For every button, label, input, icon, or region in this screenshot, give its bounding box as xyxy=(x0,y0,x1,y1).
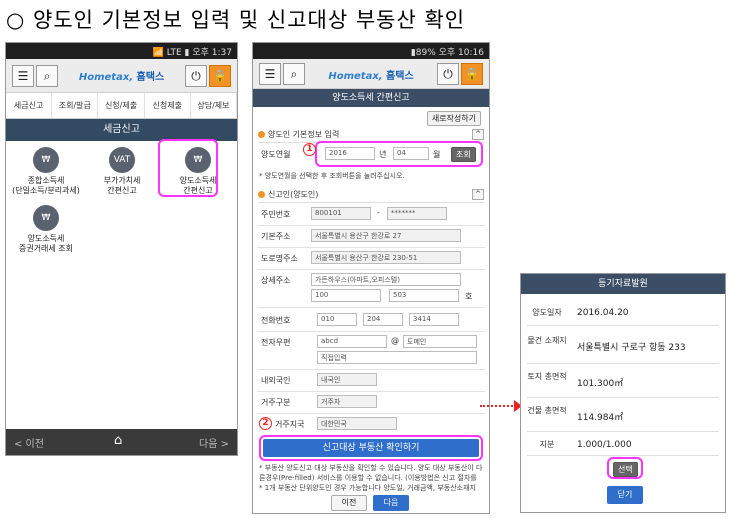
email-domain-select[interactable]: 직접입력 xyxy=(317,351,477,364)
money-bag-icon: ₩ xyxy=(33,147,59,173)
next-button[interactable]: 다음 xyxy=(373,495,409,511)
money-bag-icon: ₩ xyxy=(33,205,59,231)
bullet-icon xyxy=(258,191,265,198)
next-button[interactable]: 다음 > xyxy=(199,435,229,450)
top-nav: 세금신고 조회/발급 신청/제출 신청제출 상담/제보 xyxy=(6,93,237,119)
phone-last-input[interactable]: 3414 xyxy=(409,313,459,326)
highlight-box xyxy=(158,139,218,197)
status-bar: ▮89% 오후 10:16 xyxy=(253,43,489,59)
email-id-input[interactable]: abcd xyxy=(317,335,387,348)
step-marker-2: 2 xyxy=(259,417,272,430)
divider xyxy=(257,307,485,308)
lock-icon[interactable]: 🔒 xyxy=(209,65,231,87)
row-property-location: 물건 소재지 서울특별시 구로구 항동 233 xyxy=(527,328,719,364)
prev-button[interactable]: 이전 xyxy=(331,495,367,511)
building-number[interactable]: 100 xyxy=(311,289,381,302)
divider xyxy=(257,331,485,332)
notice-text: * 부동산 양도신고 대상 부동산을 확인할 수 있습니다. 양도 대상 부동산… xyxy=(259,464,483,482)
menu-icon[interactable]: ☰ xyxy=(259,63,281,85)
section-reporter: 신고인(양도인) ^ xyxy=(258,189,484,203)
app-header: ☰ ⌕ Hometax, 홈택스 ⏻ 🔒 xyxy=(253,59,489,89)
basic-address: 서울특별시 용산구 한강로 27 xyxy=(311,229,461,242)
section-title: 세금신고 xyxy=(6,119,237,141)
bottom-nav: < 이전 ⌂ 다음 > xyxy=(6,429,237,455)
row-share: 지분 1.000/1.000 xyxy=(527,434,719,456)
unit-label: 호 xyxy=(465,292,473,301)
step-marker-1: 1 xyxy=(303,143,316,156)
nav-item-apply[interactable]: 신청/제출 xyxy=(98,93,145,118)
registry-dialog: 등기자료발원 양도일자 2016.04.20 물건 소재지 서울특별시 구로구 … xyxy=(520,273,726,513)
close-button[interactable]: 닫기 xyxy=(607,486,643,504)
unit-number[interactable]: 503 xyxy=(389,289,459,302)
row-land-area: 토지 총면적 101.300㎡ xyxy=(527,366,719,398)
hint-text: * 양도연월을 선택한 후 조회버튼을 눌러주십시오. xyxy=(259,172,405,180)
vat-icon: VAT xyxy=(109,147,135,173)
nav-item-submit[interactable]: 신청제출 xyxy=(145,93,191,118)
highlight-box xyxy=(607,457,643,479)
label-road-addr: 도로명주소 xyxy=(261,254,298,263)
page-title: ○ 양도인 기본정보 입력 및 신고대상 부동산 확인 xyxy=(6,8,466,32)
label-detail-addr: 상세주소 xyxy=(261,276,291,285)
phone-screen-form: ▮89% 오후 10:16 ☰ ⌕ Hometax, 홈택스 ⏻ 🔒 양도소득세… xyxy=(252,42,490,514)
dialog-title: 등기자료발원 xyxy=(521,274,725,294)
road-address: 서울특별시 용산구 한강로 230-51 xyxy=(311,251,461,264)
divider xyxy=(257,225,485,226)
search-icon[interactable]: ⌕ xyxy=(36,65,58,87)
label-addr: 기본주소 xyxy=(261,232,291,241)
divider xyxy=(257,413,485,414)
rrn-front: 800101 xyxy=(311,207,371,220)
label-transfer-date: 양도연월 xyxy=(261,150,291,159)
country-field: 대한민국 xyxy=(317,417,397,430)
nationality-field: 내국인 xyxy=(317,373,377,386)
nav-item-tax-report[interactable]: 세금신고 xyxy=(6,93,53,118)
rrn-separator: - xyxy=(377,208,380,217)
tile-securities[interactable]: ₩ 양도소득세 증권거래세 조회 xyxy=(10,205,82,254)
app-header: ☰ ⌕ Hometax, 홈택스 ⏻ 🔒 xyxy=(6,59,237,93)
highlight-box xyxy=(315,141,483,167)
hometax-logo[interactable]: Hometax, 홈택스 xyxy=(79,68,164,83)
collapse-icon[interactable]: ^ xyxy=(472,189,484,200)
screen-title: 양도소득세 간편신고 xyxy=(253,89,489,107)
nav-item-inquiry[interactable]: 조회/발급 xyxy=(52,93,99,118)
power-icon[interactable]: ⏻ xyxy=(437,63,459,85)
home-icon[interactable]: ⌂ xyxy=(114,433,122,448)
divider xyxy=(257,391,485,392)
label-phone: 전화번호 xyxy=(261,316,291,325)
label-residency: 거주구분 xyxy=(261,398,291,407)
dotted-arrow xyxy=(480,405,516,407)
email-domain-input[interactable]: 도메인 xyxy=(403,335,477,348)
phone-screen-menu: 📶 LTE ▮ 오후 1:37 ☰ ⌕ Hometax, 홈택스 ⏻ 🔒 세금신… xyxy=(5,42,238,456)
collapse-icon[interactable]: ^ xyxy=(472,129,484,140)
search-icon[interactable]: ⌕ xyxy=(283,63,305,85)
prev-button[interactable]: < 이전 xyxy=(14,435,44,450)
lock-icon[interactable]: 🔒 xyxy=(461,63,483,85)
divider xyxy=(257,247,485,248)
label-email: 전자우편 xyxy=(261,338,291,347)
bullet-icon xyxy=(258,131,265,138)
label-rrn: 주민번호 xyxy=(261,210,291,219)
power-icon[interactable]: ⏻ xyxy=(185,65,207,87)
row-building-area: 건물 총면적 114.984㎡ xyxy=(527,400,719,432)
hometax-logo[interactable]: Hometax, 홈택스 xyxy=(328,67,413,82)
status-bar: 📶 LTE ▮ 오후 1:37 xyxy=(6,43,237,59)
rrn-back: ******* xyxy=(387,207,447,220)
label-nationality: 내외국인 xyxy=(261,376,291,385)
label-country: 거주지국 xyxy=(275,420,305,429)
menu-icon[interactable]: ☰ xyxy=(12,65,34,87)
detail-address[interactable]: 가든하우스(아파트,오피스텔) xyxy=(311,273,461,286)
nav-item-consult[interactable]: 상담/제보 xyxy=(191,93,237,118)
phone-prefix-select[interactable]: 010 xyxy=(317,313,357,326)
residency-field: 거주자 xyxy=(317,395,377,408)
tile-vat[interactable]: VAT 부가가치세 간편신고 xyxy=(86,147,158,196)
notice-text-2: * 1개 부동산 단위양도인 경우 가능합니다 양도일, 거래금액, 부동산소재… xyxy=(259,484,476,492)
tile-comprehensive-income[interactable]: ₩ 종합소득세 (단일소득/분리과세) xyxy=(10,147,82,196)
row-transfer-date: 양도일자 2016.04.20 xyxy=(527,300,719,326)
phone-mid-input[interactable]: 204 xyxy=(363,313,403,326)
divider xyxy=(257,269,485,270)
divider xyxy=(257,369,485,370)
email-at: @ xyxy=(391,336,399,345)
highlight-box xyxy=(259,435,483,461)
new-write-button[interactable]: 새로작성하기 xyxy=(426,111,481,126)
